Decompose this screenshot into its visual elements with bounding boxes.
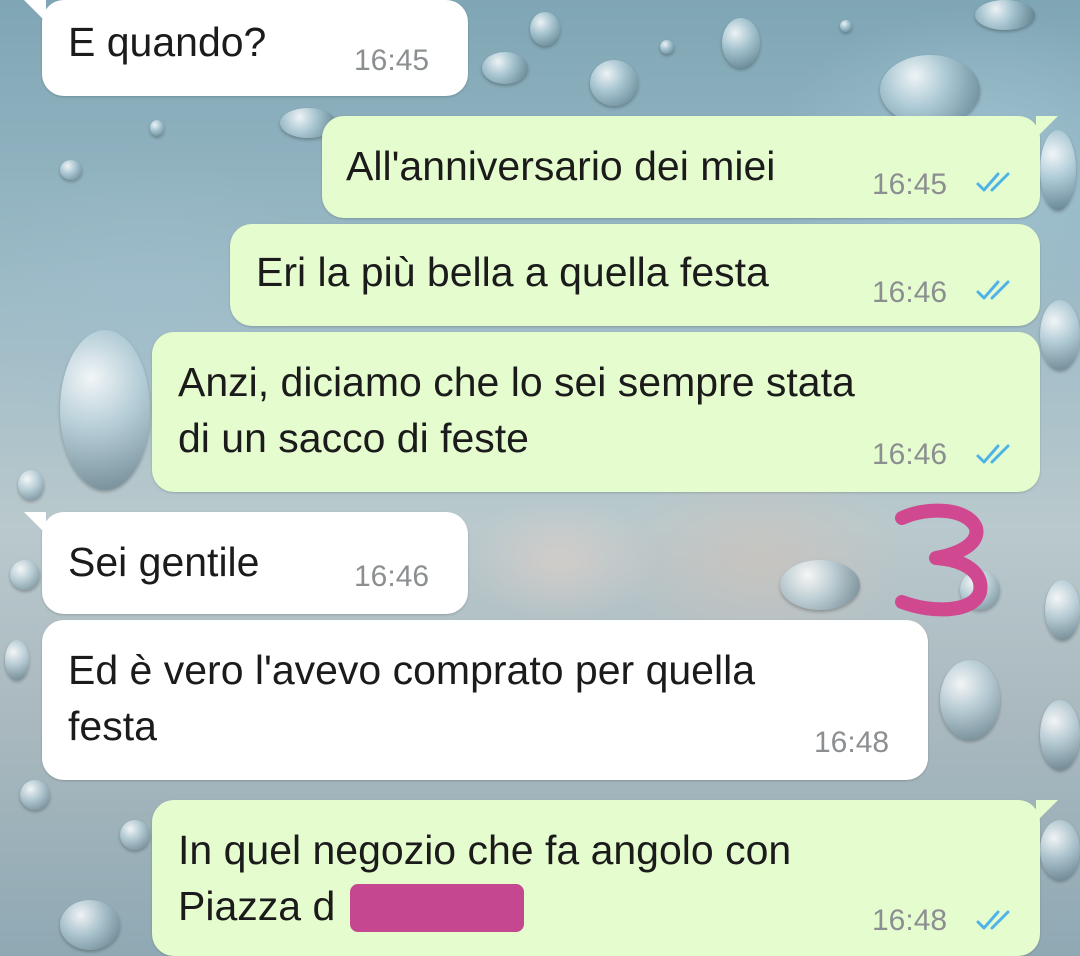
message-text-line: Anzi, diciamo che lo sei sempre stata	[178, 359, 855, 405]
message-text-line: Ed è vero l'avevo comprato per quella	[68, 647, 755, 693]
water-drop	[1040, 820, 1080, 880]
water-drop	[530, 12, 560, 46]
message-bubble-incoming[interactable]: E quando? 16:45	[24, 0, 468, 96]
water-drop	[20, 780, 50, 810]
water-drop	[5, 640, 29, 680]
water-drop	[1040, 300, 1080, 370]
water-drop	[120, 820, 150, 850]
message-text-line: In quel negozio che fa angolo con	[178, 827, 792, 873]
water-drop	[1045, 580, 1080, 640]
water-drop	[150, 120, 164, 136]
water-drop	[1040, 130, 1076, 210]
message-text-line: di un sacco di feste	[178, 415, 529, 461]
message-time: 16:48	[814, 726, 890, 759]
water-drop	[1040, 700, 1080, 770]
message-text-line: festa	[68, 703, 157, 749]
message-time: 16:48	[872, 904, 948, 937]
message-bubble-outgoing[interactable]: All'anniversario dei miei 16:45	[322, 116, 1058, 218]
water-drop	[940, 660, 1000, 740]
water-drop	[482, 52, 528, 84]
water-drop	[60, 900, 120, 950]
message-bubble-outgoing[interactable]: Anzi, diciamo che lo sei sempre stata di…	[152, 332, 1040, 492]
read-ticks-icon	[976, 172, 1010, 192]
message-time: 16:46	[872, 438, 948, 471]
read-ticks-icon	[976, 280, 1010, 300]
message-time: 16:45	[354, 44, 430, 77]
message-bubble-incoming[interactable]: Ed è vero l'avevo comprato per quella fe…	[42, 620, 928, 780]
water-drop	[60, 330, 150, 490]
message-time: 16:45	[872, 168, 948, 201]
message-text: All'anniversario dei miei	[346, 143, 776, 189]
message-time: 16:46	[354, 560, 430, 593]
water-drop	[840, 20, 852, 32]
message-text-line: Piazza d	[178, 883, 336, 929]
message-text: Eri la più bella a quella festa	[256, 249, 769, 295]
message-time: 16:46	[872, 276, 948, 309]
message-bubble-outgoing[interactable]: In quel negozio che fa angolo con Piazza…	[152, 800, 1058, 956]
message-text: E quando?	[68, 19, 267, 65]
read-ticks-icon	[976, 444, 1010, 464]
water-drop	[590, 60, 638, 106]
message-bubble-outgoing[interactable]: Eri la più bella a quella festa 16:46	[230, 224, 1040, 326]
water-drop	[660, 40, 674, 54]
redaction-block	[350, 884, 524, 932]
message-text: Sei gentile	[68, 539, 260, 585]
water-drop	[880, 55, 980, 125]
water-drop	[722, 18, 760, 68]
water-drop	[18, 470, 44, 500]
water-drop	[60, 160, 82, 180]
water-drop	[975, 0, 1035, 30]
water-drop	[780, 560, 860, 610]
water-drop	[10, 560, 40, 590]
handwritten-number-annotation	[895, 503, 988, 617]
message-bubble-incoming[interactable]: Sei gentile 16:46	[24, 512, 468, 614]
read-ticks-icon	[976, 910, 1010, 930]
